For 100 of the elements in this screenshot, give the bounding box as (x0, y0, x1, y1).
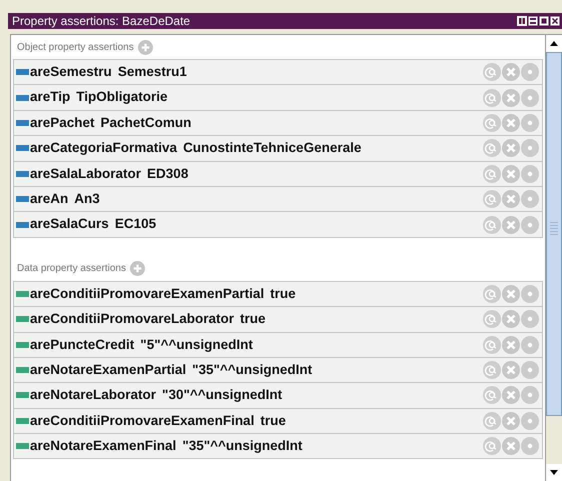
annotate-icon[interactable] (483, 310, 501, 328)
property-name: areSalaCurs (30, 215, 109, 234)
delete-icon[interactable] (502, 114, 520, 132)
property-value: TipObligatorie (76, 88, 168, 106)
delete-icon[interactable] (502, 361, 520, 380)
edit-icon[interactable] (521, 216, 539, 234)
assertion-row[interactable]: areSemestru Semestru1 (13, 59, 543, 86)
property-value: true (240, 310, 266, 328)
annotate-icon[interactable] (483, 63, 501, 82)
add-icon[interactable] (130, 261, 145, 276)
data-property-icon (16, 392, 29, 398)
data-property-icon (16, 443, 29, 450)
scroll-up-icon[interactable] (546, 35, 562, 52)
data-property-icon (16, 342, 29, 348)
annotate-icon[interactable] (483, 386, 501, 404)
property-value: An3 (74, 190, 100, 208)
edit-icon[interactable] (521, 114, 539, 132)
delete-icon[interactable] (502, 164, 520, 183)
annotate-icon[interactable] (483, 361, 501, 380)
assertion-row[interactable]: areNotareExamenPartial "35"^^unsignedInt (13, 356, 543, 384)
assertion-row[interactable]: areNotareLaborator "30"^^unsignedInt (13, 382, 543, 409)
annotate-icon[interactable] (483, 336, 501, 354)
object-property-icon (16, 69, 29, 76)
object-property-icon (16, 196, 29, 202)
edit-icon[interactable] (521, 310, 539, 328)
edit-icon[interactable] (521, 412, 539, 430)
scrollbar-thumb[interactable] (546, 52, 562, 416)
assertion-row[interactable]: areConditiiPromovareExamenPartial true (13, 280, 543, 308)
property-value: EC105 (114, 215, 156, 234)
property-value: "35"^^unsignedInt (182, 437, 302, 456)
edit-icon[interactable] (521, 88, 539, 107)
annotate-icon[interactable] (483, 164, 501, 183)
property-name: areNotareExamenPartial (30, 360, 186, 379)
property-value: true (260, 412, 286, 430)
assertion-row[interactable]: areSalaLaborator ED308 (13, 160, 543, 187)
delete-icon[interactable] (502, 310, 520, 328)
assertion-row[interactable]: areConditiiPromovareExamenFinal true (13, 408, 543, 434)
delete-icon[interactable] (502, 139, 520, 158)
edit-icon[interactable] (521, 284, 539, 303)
data-property-icon (16, 367, 29, 374)
assertion-row[interactable]: arePuncteCredit "5"^^unsignedInt (13, 332, 543, 358)
scroll-down-icon[interactable] (546, 464, 562, 481)
property-value: Semestru1 (118, 63, 187, 82)
annotate-icon[interactable] (483, 216, 501, 234)
property-name: areNotareExamenFinal (30, 437, 176, 456)
property-name: arePachet (30, 114, 95, 132)
annotate-icon[interactable] (483, 437, 501, 456)
maximize-icon[interactable] (539, 16, 549, 26)
annotate-icon[interactable] (483, 284, 501, 303)
edit-icon[interactable] (521, 336, 539, 354)
window-title: Property assertions: BazeDeDate (12, 14, 190, 28)
object-property-icon (16, 145, 29, 152)
property-value: PachetComun (100, 114, 192, 132)
object-property-icon (16, 222, 29, 228)
annotate-icon[interactable] (483, 190, 501, 208)
delete-icon[interactable] (502, 63, 520, 82)
edit-icon[interactable] (521, 63, 539, 82)
property-name: areSemestru (30, 63, 112, 82)
edit-icon[interactable] (521, 190, 539, 208)
annotate-icon[interactable] (483, 88, 501, 107)
edit-icon[interactable] (521, 361, 539, 380)
assertion-row[interactable]: areCategoriaFormativa CunostinteTehniceGenerale (13, 135, 543, 162)
object-property-icon (16, 170, 29, 177)
close-icon[interactable] (550, 16, 560, 26)
delete-icon[interactable] (502, 284, 520, 303)
edit-icon[interactable] (521, 437, 539, 456)
property-value: CunostinteTehniceGenerale (183, 139, 362, 158)
assertion-row[interactable]: areSalaCurs EC105 (13, 211, 543, 238)
assertion-row[interactable]: arePachet PachetComun (13, 110, 543, 136)
property-value: "5"^^unsignedInt (140, 336, 253, 354)
delete-icon[interactable] (502, 437, 520, 456)
annotate-icon[interactable] (483, 114, 501, 132)
property-value: ED308 (147, 164, 188, 183)
delete-icon[interactable] (502, 216, 520, 234)
delete-icon[interactable] (502, 412, 520, 430)
assertion-row[interactable]: areNotareExamenFinal "35"^^unsignedInt (13, 433, 543, 460)
assertion-row[interactable]: areAn An3 (13, 186, 543, 212)
property-name: areAn (30, 190, 68, 208)
delete-icon[interactable] (502, 336, 520, 354)
minimize-icon[interactable] (528, 16, 538, 26)
property-name: areSalaLaborator (30, 164, 142, 183)
property-name: areConditiiPromovareExamenPartial (30, 284, 264, 303)
add-icon[interactable] (138, 40, 153, 54)
assertion-row[interactable]: areConditiiPromovareLaborator true (13, 306, 543, 333)
delete-icon[interactable] (502, 386, 520, 404)
edit-icon[interactable] (521, 164, 539, 183)
section-header: Data property assertions (17, 262, 126, 276)
property-value: "30"^^unsignedInt (162, 386, 282, 404)
delete-icon[interactable] (502, 88, 520, 107)
annotate-icon[interactable] (483, 139, 501, 158)
property-name: areConditiiPromovareExamenFinal (30, 412, 254, 430)
edit-icon[interactable] (521, 139, 539, 158)
delete-icon[interactable] (502, 190, 520, 208)
split-view-icon[interactable] (517, 16, 527, 26)
edit-icon[interactable] (521, 386, 539, 404)
assertion-row[interactable]: areTip TipObligatorie (13, 84, 543, 111)
data-property-icon (16, 418, 29, 424)
property-name: areConditiiPromovareLaborator (30, 310, 234, 328)
property-name: areTip (30, 88, 70, 106)
annotate-icon[interactable] (483, 412, 501, 430)
